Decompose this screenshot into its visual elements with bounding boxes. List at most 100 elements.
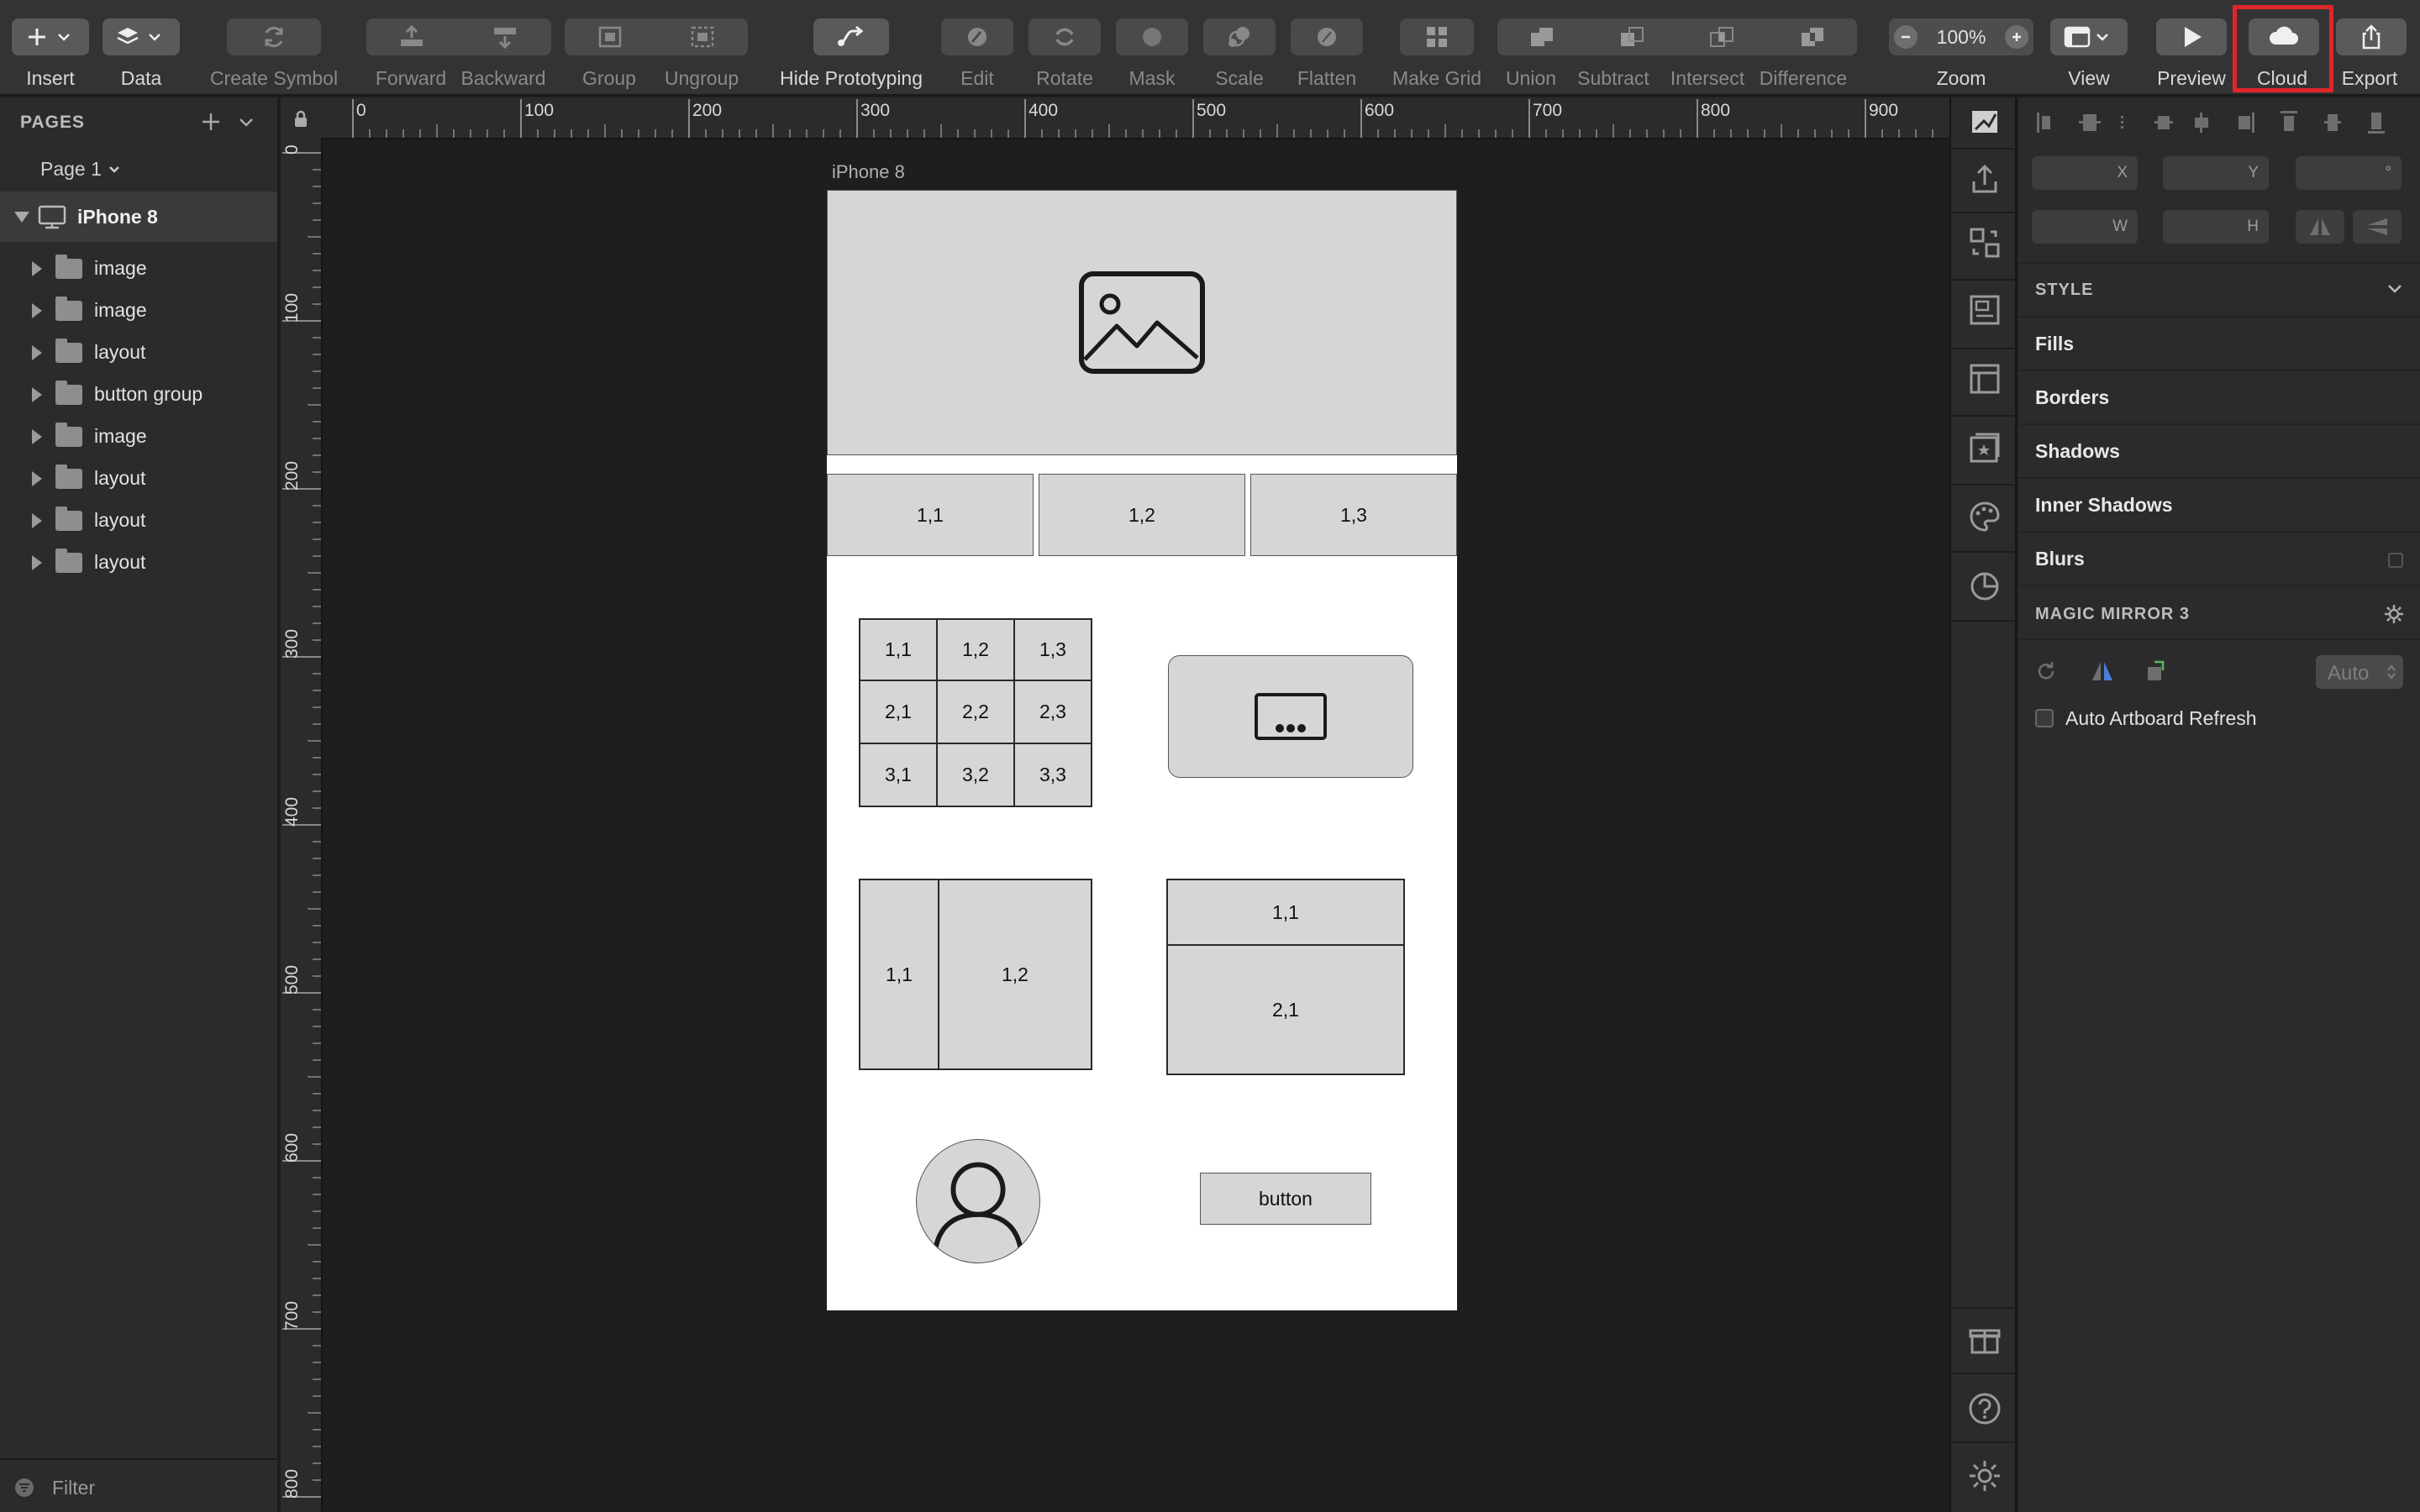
difference-button[interactable]: [1767, 18, 1857, 55]
layout-cell[interactable]: 2,1: [1166, 944, 1405, 1075]
layer-row[interactable]: button group: [0, 373, 277, 415]
zoom-out-button[interactable]: [1894, 25, 1918, 49]
fills-section[interactable]: Fills: [2018, 316, 2420, 370]
upload-icon[interactable]: [1967, 161, 2002, 197]
resize-icon[interactable]: [1967, 225, 2002, 260]
ungroup-button[interactable]: [657, 18, 748, 55]
image-placeholder[interactable]: [827, 190, 1457, 455]
mirror-icon[interactable]: [2089, 659, 2116, 684]
panel-layout-icon[interactable]: [1967, 361, 2002, 396]
tab-cell[interactable]: 1,2: [1039, 474, 1245, 556]
expand-triangle-icon[interactable]: [32, 555, 42, 570]
auto-refresh-checkbox[interactable]: [2035, 709, 2054, 727]
backward-button[interactable]: [459, 18, 551, 55]
group-button[interactable]: [565, 18, 655, 55]
palette-icon[interactable]: [1967, 499, 2002, 534]
pie-chart-icon[interactable]: [1967, 568, 2002, 603]
insert-button[interactable]: [12, 18, 89, 55]
x-field[interactable]: X: [2032, 156, 2138, 190]
expand-triangle-icon[interactable]: [32, 345, 42, 360]
refresh-icon[interactable]: [2035, 660, 2057, 682]
expand-triangle-icon[interactable]: [32, 387, 42, 402]
page-selector[interactable]: Page 1: [40, 158, 122, 181]
layer-row[interactable]: layout: [0, 541, 277, 583]
flip-horizontal-button[interactable]: [2296, 210, 2344, 244]
layer-filter[interactable]: Filter: [0, 1458, 277, 1512]
forward-button[interactable]: [366, 18, 457, 55]
edit-button[interactable]: [941, 18, 1013, 55]
scale-button[interactable]: [1203, 18, 1276, 55]
grid-cell[interactable]: 3,3: [1013, 743, 1092, 807]
rotate-copy-icon[interactable]: [2144, 657, 2170, 684]
width-field[interactable]: W: [2032, 210, 2138, 244]
add-page-icon[interactable]: [200, 111, 222, 133]
grid-cell[interactable]: 1,1: [859, 618, 938, 681]
mask-button[interactable]: [1116, 18, 1188, 55]
layout-cell[interactable]: 1,1: [1166, 879, 1405, 946]
flatten-button[interactable]: [1291, 18, 1363, 55]
help-icon[interactable]: [1967, 1391, 2002, 1426]
grid-cell[interactable]: 2,3: [1013, 680, 1092, 744]
horizontal-ruler[interactable]: 0 100 200 300 400 500 600 700 800 900: [321, 97, 1949, 139]
artboard-title[interactable]: iPhone 8: [832, 161, 905, 183]
layer-row[interactable]: layout: [0, 331, 277, 373]
tab-cell[interactable]: 1,3: [1250, 474, 1457, 556]
make-grid-button[interactable]: [1400, 18, 1474, 55]
layer-row[interactable]: image: [0, 415, 277, 457]
alignment-icons[interactable]: [2033, 108, 2412, 138]
create-symbol-button[interactable]: [227, 18, 321, 55]
settings-gear-icon[interactable]: [1967, 1458, 2002, 1494]
borders-section[interactable]: Borders: [2018, 370, 2420, 423]
rotation-field[interactable]: °: [2296, 156, 2402, 190]
y-field[interactable]: Y: [2163, 156, 2269, 190]
height-field[interactable]: H: [2163, 210, 2269, 244]
layer-row[interactable]: layout: [0, 499, 277, 541]
hide-prototyping-button[interactable]: [813, 18, 889, 55]
blurs-section[interactable]: Blurs: [2018, 531, 2420, 585]
grid-cell[interactable]: 1,2: [936, 618, 1015, 681]
style-section-header[interactable]: STYLE: [2018, 262, 2420, 316]
grid-cell[interactable]: 2,2: [936, 680, 1015, 744]
flip-vertical-button[interactable]: [2353, 210, 2402, 244]
layer-row[interactable]: image: [0, 247, 277, 289]
button-placeholder[interactable]: button: [1200, 1173, 1371, 1225]
layout-icon[interactable]: [1967, 292, 2002, 328]
layout-cell[interactable]: 1,2: [938, 879, 1092, 1070]
blurs-checkbox[interactable]: [2388, 553, 2403, 568]
artboard[interactable]: 1,1 1,2 1,3 1,1 1,2 1,3 2,1 2,2 2,3 3,1 …: [827, 190, 1457, 1310]
lock-icon[interactable]: [293, 109, 308, 128]
subtract-button[interactable]: [1587, 18, 1676, 55]
auto-dropdown[interactable]: Auto: [2316, 655, 2403, 689]
expand-triangle-icon[interactable]: [32, 303, 42, 318]
tab-cell[interactable]: 1,1: [827, 474, 1034, 556]
intersect-button[interactable]: [1677, 18, 1766, 55]
zoom-in-button[interactable]: [2005, 25, 2028, 49]
union-button[interactable]: [1497, 18, 1586, 55]
gift-icon[interactable]: [1967, 1322, 2002, 1357]
layout-cell[interactable]: 1,1: [859, 879, 939, 1070]
expand-triangle-icon[interactable]: [32, 513, 42, 528]
view-button[interactable]: [2050, 18, 2128, 55]
grid-cell[interactable]: 1,3: [1013, 618, 1092, 681]
kite-icon[interactable]: [1967, 104, 2002, 139]
expanded-triangle-icon[interactable]: [13, 210, 30, 223]
zoom-value[interactable]: 100%: [1937, 26, 1986, 49]
expand-triangle-icon[interactable]: [32, 429, 42, 444]
vertical-ruler[interactable]: 0 100 200 300 400 500 600 700 800: [281, 139, 323, 1512]
export-button[interactable]: [2336, 18, 2407, 55]
symbol-icon[interactable]: [1967, 430, 2002, 465]
inner-shadows-section[interactable]: Inner Shadows: [2018, 477, 2420, 531]
grid-cell[interactable]: 2,1: [859, 680, 938, 744]
expand-triangle-icon[interactable]: [32, 471, 42, 486]
preview-button[interactable]: [2156, 18, 2227, 55]
expand-triangle-icon[interactable]: [32, 261, 42, 276]
avatar[interactable]: [916, 1139, 1040, 1263]
data-button[interactable]: [103, 18, 180, 55]
layer-row[interactable]: image: [0, 289, 277, 331]
gear-icon[interactable]: [2383, 603, 2405, 625]
artboard-layer-row[interactable]: iPhone 8: [0, 192, 277, 242]
rotate-button[interactable]: [1028, 18, 1101, 55]
shadows-section[interactable]: Shadows: [2018, 423, 2420, 477]
layer-row[interactable]: layout: [0, 457, 277, 499]
collapse-chevron-icon[interactable]: [237, 113, 255, 131]
